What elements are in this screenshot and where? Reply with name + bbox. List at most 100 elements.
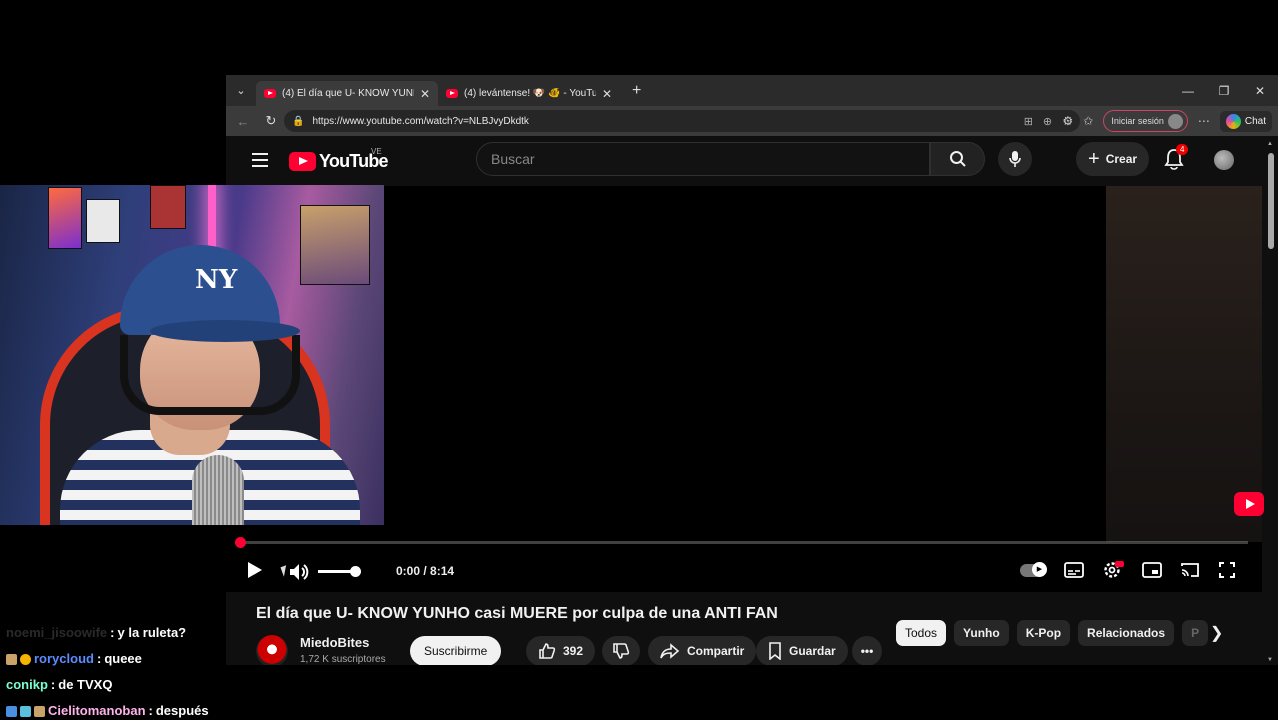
more-menu-icon[interactable]: ⋯ <box>1198 114 1210 128</box>
voice-search-button[interactable] <box>998 142 1032 176</box>
chip-partial[interactable]: P <box>1182 620 1209 646</box>
restore-icon[interactable]: ❐ <box>1206 84 1242 98</box>
subtitles-icon[interactable] <box>1064 562 1084 578</box>
reload-icon[interactable]: ↻ <box>260 113 282 129</box>
url-text: https://www.youtube.com/watch?v=NLBJvyDk… <box>312 115 529 127</box>
chip-relacionados[interactable]: Relacionados <box>1078 620 1175 646</box>
subscribe-button[interactable]: Suscribirme <box>410 636 502 665</box>
chat-message: conikp: de TVXQ <box>6 677 113 692</box>
thumbs-up-icon <box>539 643 556 659</box>
tab-title: (4) levántense! 🐶 🐠 - YouTube <box>464 88 596 99</box>
more-dots-icon: ••• <box>860 644 874 658</box>
minimize-icon[interactable]: — <box>1170 84 1206 98</box>
site-info-icon[interactable]: 🔒 <box>292 116 304 127</box>
url-field[interactable]: 🔒 https://www.youtube.com/watch?v=NLBJvy… <box>284 110 1080 132</box>
subscriber-count: 1,72 K suscriptores <box>300 654 386 665</box>
page-scrollbar[interactable]: ▲ ▼ <box>1266 141 1276 663</box>
chevron-right-icon[interactable]: ❯ <box>1210 623 1223 643</box>
dislike-button[interactable] <box>602 636 640 665</box>
signin-button[interactable]: Iniciar sesión <box>1103 110 1188 132</box>
new-tab-plus-icon[interactable]: + <box>632 82 641 100</box>
wall-poster <box>150 185 186 229</box>
close-icon[interactable]: ✕ <box>602 87 612 101</box>
related-chips: Todos Yunho K-Pop Relacionados P <box>896 620 1209 646</box>
menu-icon[interactable] <box>252 153 268 171</box>
notification-badge: 4 <box>1176 144 1189 155</box>
extensions-icon[interactable]: ⚙ <box>1063 114 1074 128</box>
search-input[interactable]: Buscar <box>476 142 930 176</box>
progress-knob[interactable] <box>235 537 246 548</box>
save-label: Guardar <box>789 644 836 658</box>
share-button[interactable]: Compartir <box>648 636 757 665</box>
video-title: El día que U- KNOW YUNHO casi MUERE por … <box>256 605 778 622</box>
youtube-header: YouTube VE Buscar + Crear 4 <box>226 136 1278 186</box>
chip-yunho[interactable]: Yunho <box>954 620 1009 646</box>
thumbs-down-icon <box>613 643 630 659</box>
play-icon[interactable] <box>248 562 262 578</box>
back-arrow-icon[interactable]: ← <box>232 114 254 129</box>
share-arrow-icon <box>660 643 680 659</box>
chat-badge-icon <box>6 653 17 665</box>
account-avatar[interactable] <box>1214 150 1234 170</box>
youtube-logo[interactable]: YouTube VE <box>289 147 389 172</box>
scroll-down-icon[interactable]: ▼ <box>1267 657 1273 663</box>
save-button[interactable]: Guardar <box>756 636 848 665</box>
chat-username: conikp <box>6 677 48 692</box>
tab-second[interactable]: (4) levántense! 🐶 🐠 - YouTube ✕ <box>438 81 620 106</box>
chat-text: y la ruleta? <box>117 625 187 640</box>
chat-message: Cielitomanoban: después <box>6 698 209 720</box>
bookmark-icon <box>769 642 781 660</box>
profile-avatar <box>1167 113 1183 129</box>
favorites-icon[interactable]: ✩ <box>1083 114 1093 128</box>
tab-list-chevron-icon[interactable]: ⌄ <box>226 84 256 97</box>
cap-brim <box>150 320 300 342</box>
chat-text: después <box>155 703 209 718</box>
miniplayer-icon[interactable] <box>1142 562 1162 578</box>
headset <box>120 335 300 415</box>
signin-label: Iniciar sesión <box>1111 116 1164 126</box>
chat-message: rorycloud: queee <box>6 646 209 672</box>
volume-knob[interactable] <box>350 566 361 577</box>
volume-icon[interactable] <box>288 562 310 582</box>
country-code: VE <box>371 147 382 156</box>
autoplay-toggle[interactable] <box>1020 561 1047 577</box>
progress-bar[interactable] <box>235 537 1248 548</box>
side-thumbnail <box>1106 186 1264 542</box>
wall-poster <box>48 187 82 249</box>
channel-name[interactable]: MiedoBites <box>300 635 369 650</box>
window-close-icon[interactable]: ✕ <box>1242 84 1278 98</box>
scroll-up-icon[interactable]: ▲ <box>1267 141 1273 147</box>
wall-poster <box>300 205 370 285</box>
zoom-icon[interactable]: ⊕ <box>1043 115 1052 128</box>
chat-text: de TVXQ <box>58 677 113 692</box>
chip-todos[interactable]: Todos <box>896 620 947 646</box>
close-icon[interactable]: ✕ <box>420 87 430 101</box>
notifications-button[interactable]: 4 <box>1164 144 1189 172</box>
app-available-icon[interactable]: ⊞ <box>1024 115 1033 128</box>
plus-icon: + <box>1088 148 1100 170</box>
tab-video[interactable]: (4) El día que U- KNOW YUNHO c ✕ <box>256 81 438 106</box>
window-controls: — ❐ ✕ <box>1170 75 1278 106</box>
chat-username: rorycloud <box>34 651 94 666</box>
channel-avatar[interactable] <box>256 635 288 665</box>
tab-title: (4) El día que U- KNOW YUNHO c <box>282 88 414 99</box>
ny-logo: NY <box>195 265 238 295</box>
more-actions-button[interactable]: ••• <box>852 636 882 665</box>
fullscreen-icon[interactable] <box>1218 561 1236 579</box>
scroll-thumb[interactable] <box>1268 153 1274 249</box>
copilot-icon <box>1225 113 1241 129</box>
cast-icon[interactable] <box>1180 562 1200 578</box>
search-button[interactable] <box>930 142 985 176</box>
chip-kpop[interactable]: K-Pop <box>1016 620 1071 646</box>
create-button[interactable]: + Crear <box>1076 142 1150 176</box>
search-icon <box>949 151 966 167</box>
chat-label: Chat <box>1244 115 1266 127</box>
settings-gear-icon[interactable] <box>1102 560 1124 580</box>
like-count: 392 <box>563 644 584 658</box>
time-display: 0:00 / 8:14 <box>396 564 455 578</box>
youtube-favicon-icon <box>446 89 458 98</box>
copilot-chat-button[interactable]: Chat <box>1219 110 1272 132</box>
like-button[interactable]: 392 <box>526 636 596 665</box>
webcam-overlay: NY <box>0 185 384 525</box>
chat-username: noemi_jisoowife <box>6 625 108 640</box>
